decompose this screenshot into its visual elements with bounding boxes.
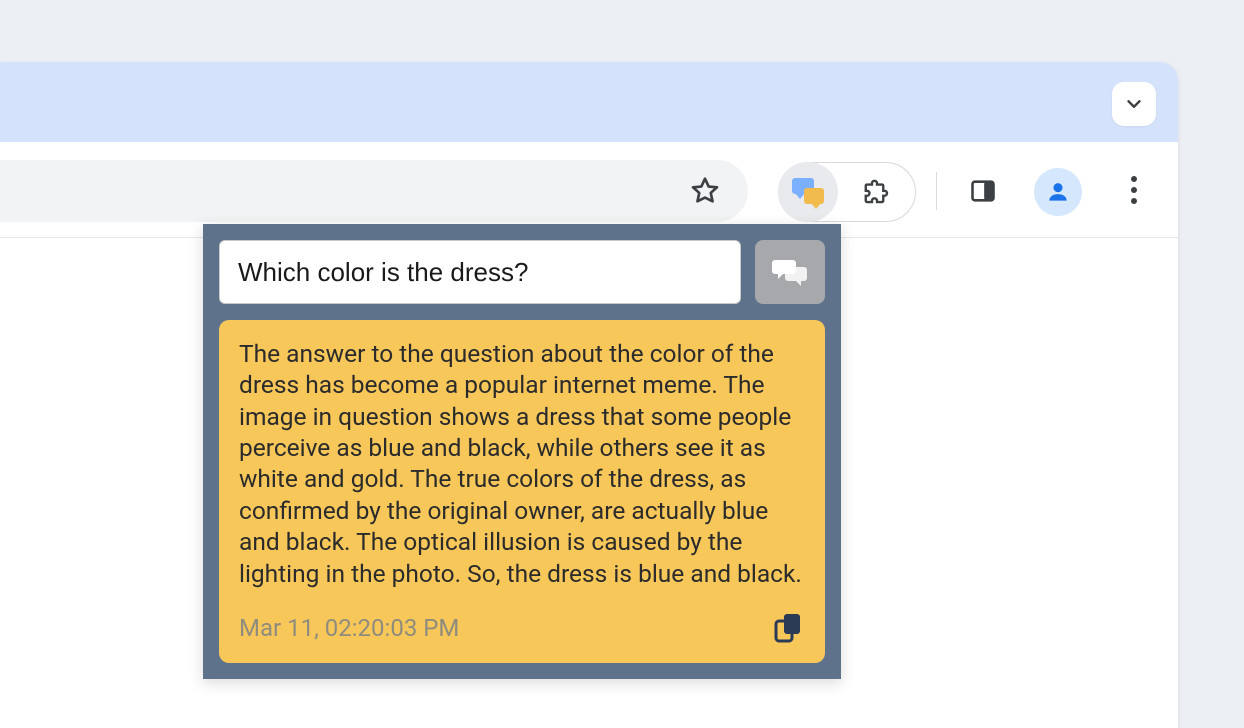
speech-bubbles-icon — [772, 257, 808, 287]
copy-button[interactable] — [771, 611, 805, 645]
toolbar-separator — [936, 172, 937, 210]
profile-button[interactable] — [1034, 168, 1082, 216]
extensions-button[interactable] — [838, 177, 915, 207]
popup-input-row — [219, 240, 825, 304]
extensions-group — [778, 162, 916, 222]
omnibox[interactable] — [0, 160, 748, 222]
answer-timestamp: Mar 11, 02:20:03 PM — [239, 614, 459, 642]
answer-card: The answer to the question about the col… — [219, 320, 825, 663]
answer-text: The answer to the question about the col… — [239, 338, 805, 589]
copy-icon — [774, 613, 802, 643]
person-icon — [1045, 179, 1071, 205]
send-button[interactable] — [755, 240, 825, 304]
tab-strip — [0, 62, 1178, 142]
chevron-down-icon — [1123, 93, 1145, 115]
puzzle-icon — [862, 177, 892, 207]
answer-meta-row: Mar 11, 02:20:03 PM — [239, 611, 805, 645]
side-panel-icon — [969, 177, 997, 205]
tab-search-button[interactable] — [1112, 82, 1156, 126]
question-input[interactable] — [219, 240, 741, 304]
chat-extension-button[interactable] — [778, 162, 838, 222]
browser-menu-button[interactable] — [1114, 170, 1154, 210]
side-panel-button[interactable] — [966, 174, 1000, 208]
star-icon — [689, 175, 721, 207]
chat-bubble-icon — [804, 188, 824, 204]
kebab-menu-icon — [1130, 175, 1138, 205]
bookmark-button[interactable] — [686, 172, 724, 210]
chat-extension-popup: The answer to the question about the col… — [203, 224, 841, 679]
